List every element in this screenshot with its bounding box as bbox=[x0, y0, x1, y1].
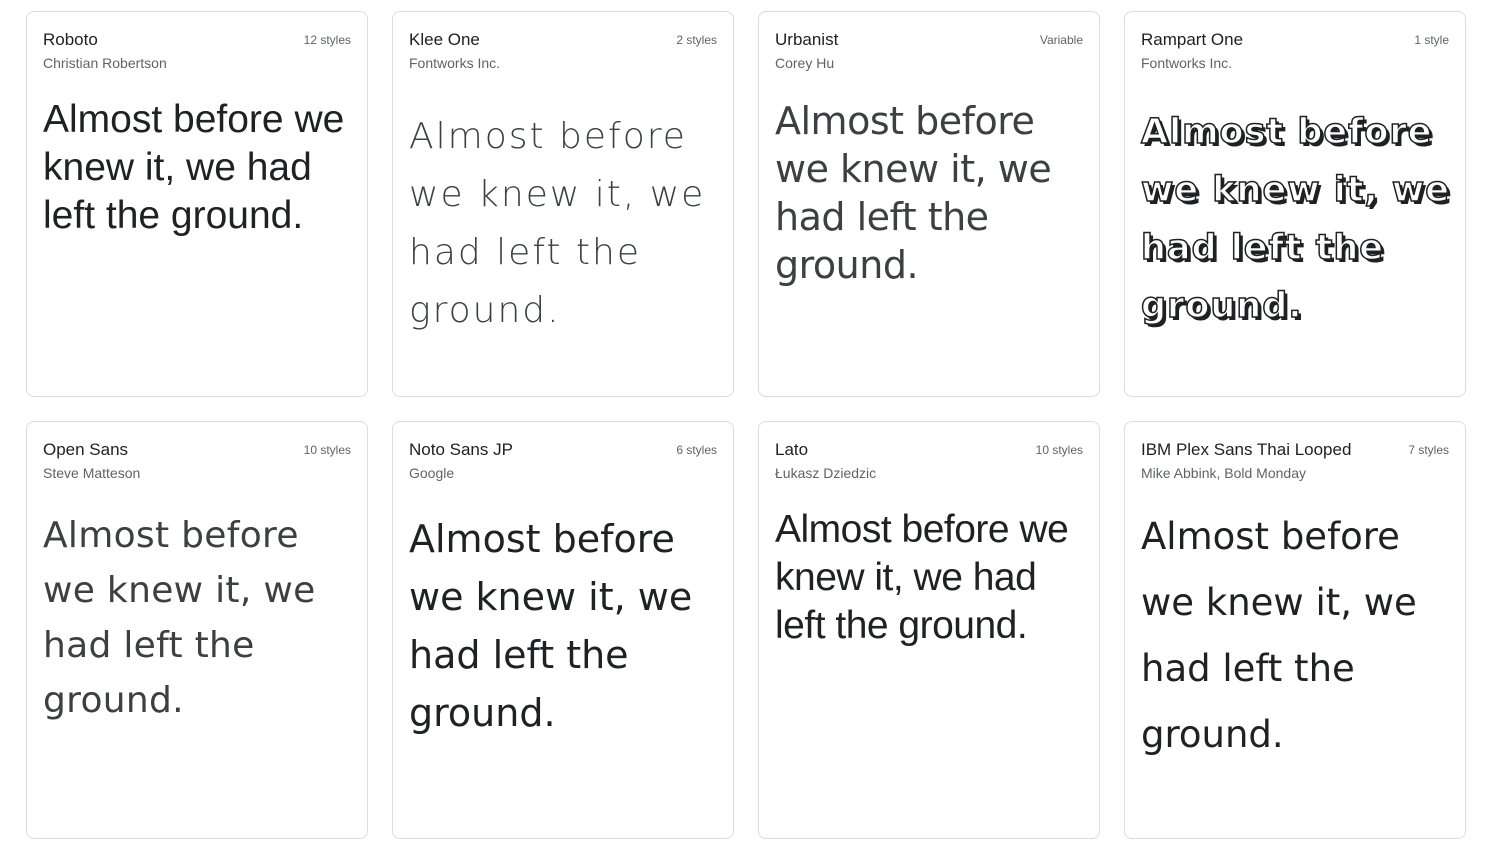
font-designer: Steve Matteson bbox=[43, 465, 141, 481]
font-family-name: IBM Plex Sans Thai Looped bbox=[1141, 440, 1352, 459]
font-sample-text: Almost before we knew it, we had left th… bbox=[409, 517, 693, 735]
font-card-klee-one[interactable]: Klee One 2 styles Fontworks Inc. Almost … bbox=[392, 11, 734, 397]
font-designer: Corey Hu bbox=[775, 55, 835, 71]
font-family-name: Noto Sans JP bbox=[409, 440, 513, 459]
style-count: 2 styles bbox=[676, 33, 717, 47]
style-count: 10 styles bbox=[1035, 443, 1083, 457]
font-sample-text: Almost before we knew it, we had left th… bbox=[1141, 515, 1417, 756]
font-sample-text: Almost before we knew it, we had left th… bbox=[1140, 111, 1450, 327]
style-count: 1 style bbox=[1414, 33, 1449, 47]
font-card-urbanist[interactable]: Urbanist Variable Corey Hu Almost before… bbox=[758, 11, 1100, 397]
font-designer: Christian Robertson bbox=[43, 55, 167, 71]
font-family-name: Open Sans bbox=[43, 440, 129, 459]
font-designer: Łukasz Dziedzic bbox=[775, 465, 877, 481]
font-card-lato[interactable]: Lato 10 styles Łukasz Dziedzic Almost be… bbox=[758, 421, 1100, 839]
style-count: 7 styles bbox=[1408, 443, 1449, 457]
style-count: 10 styles bbox=[303, 443, 351, 457]
font-sample-text: Almost before we knew it, we had left th… bbox=[775, 508, 1069, 647]
font-sample-text: Almost before we knew it, we had left th… bbox=[43, 98, 345, 237]
font-family-name: Urbanist bbox=[775, 30, 839, 49]
font-family-name: Klee One bbox=[409, 30, 480, 49]
style-count: 6 styles bbox=[676, 443, 717, 457]
font-card-rampart-one[interactable]: Rampart One 1 style Fontworks Inc. Almos… bbox=[1124, 11, 1466, 397]
font-sample-text: Almost before we knew it, we had left th… bbox=[43, 515, 316, 721]
font-designer: Mike Abbink, Bold Monday bbox=[1141, 465, 1306, 481]
font-card-ibm-plex-sans-thai-looped[interactable]: IBM Plex Sans Thai Looped 7 styles Mike … bbox=[1124, 421, 1466, 839]
font-designer: Fontworks Inc. bbox=[409, 55, 501, 71]
font-sample-text: Almost before we knew it, we had left th… bbox=[409, 116, 706, 331]
font-designer: Fontworks Inc. bbox=[1141, 55, 1233, 71]
style-count: Variable bbox=[1039, 33, 1083, 47]
font-card-noto-sans-jp[interactable]: Noto Sans JP 6 styles Google Almost befo… bbox=[392, 421, 734, 839]
font-family-name: Lato bbox=[775, 440, 809, 459]
font-card-roboto[interactable]: Roboto 12 styles Christian Robertson Alm… bbox=[26, 11, 368, 397]
font-designer: Google bbox=[409, 465, 455, 481]
font-family-name: Rampart One bbox=[1141, 30, 1244, 49]
font-family-name: Roboto bbox=[43, 30, 98, 49]
font-card-open-sans[interactable]: Open Sans 10 styles Steve Matteson Almos… bbox=[26, 421, 368, 839]
font-sample-text: Almost before we knew it, we had left th… bbox=[775, 99, 1052, 287]
style-count: 12 styles bbox=[303, 33, 351, 47]
